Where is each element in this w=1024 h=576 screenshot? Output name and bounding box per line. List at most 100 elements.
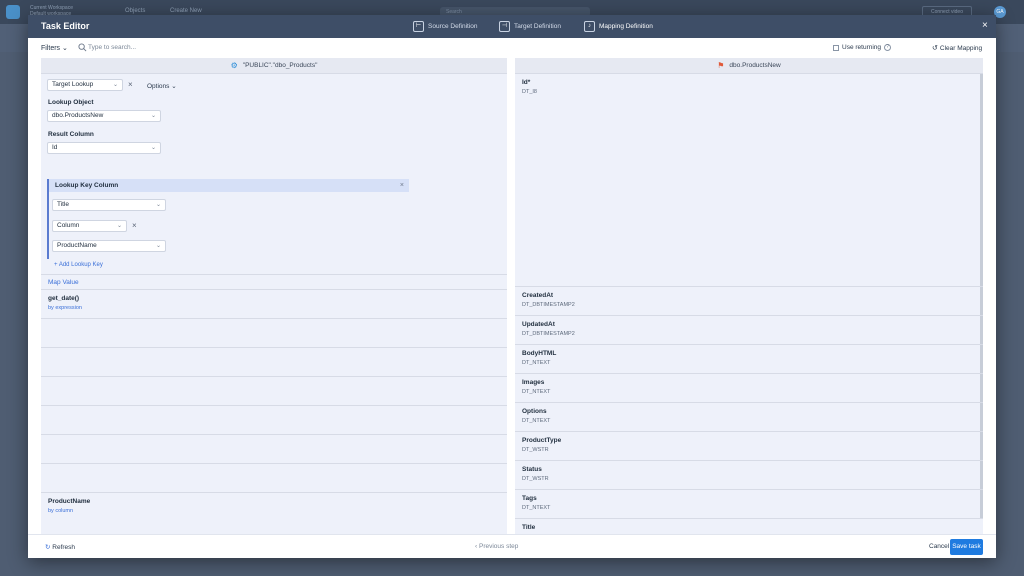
- target-column-name: Options: [522, 408, 547, 415]
- result-column-value: Id: [52, 144, 58, 151]
- target-column-name: Id*: [522, 79, 531, 86]
- key-column-select[interactable]: Title ⌄: [52, 199, 166, 211]
- target-row[interactable]: Title DT_WSTR: [515, 519, 983, 534]
- remove-key-icon[interactable]: ×: [132, 221, 137, 231]
- options-label: Options: [147, 83, 170, 90]
- key-source-value: ProductName: [57, 242, 97, 249]
- source-row-name: get_date(): [48, 295, 80, 302]
- target-column-name: UpdatedAt: [522, 321, 555, 328]
- refresh-label: Refresh: [52, 544, 76, 551]
- target-column-name: Tags: [522, 495, 537, 502]
- key-source-value-select[interactable]: ProductName ⌄: [52, 240, 166, 252]
- source-icon: ⊢: [413, 21, 424, 32]
- target-row[interactable]: CreatedAt DT_DBTIMESTAMP2: [515, 287, 983, 316]
- lookup-object-label: Lookup Object: [48, 99, 94, 106]
- previous-step-button[interactable]: ‹ Previous step: [475, 543, 518, 550]
- lookup-type-value: Target Lookup: [52, 81, 94, 88]
- nav-create-new[interactable]: Create New: [170, 8, 202, 14]
- source-row[interactable]: get_date() by expression: [41, 290, 507, 319]
- undo-icon: ↺: [932, 45, 938, 52]
- search-icon: [78, 43, 87, 52]
- step-label: Mapping Definition: [599, 23, 653, 30]
- key-source-type-value: Column: [57, 222, 80, 229]
- clear-mapping-label: Clear Mapping: [939, 44, 983, 52]
- chevron-down-icon: ⌄: [171, 83, 177, 90]
- target-column-name: BodyHTML: [522, 350, 557, 357]
- target-column-type: DT_NTEXT: [522, 418, 551, 424]
- target-column-type: DT_DBTIMESTAMP2: [522, 331, 575, 337]
- clear-mapping-button[interactable]: ↺ Clear Mapping: [932, 44, 983, 53]
- app-logo: [6, 5, 20, 19]
- tab-mapping-definition[interactable]: ♪ Mapping Definition: [584, 20, 653, 33]
- target-row[interactable]: BodyHTML DT_NTEXT: [515, 345, 983, 374]
- source-row-kind: by column: [48, 508, 74, 514]
- help-icon[interactable]: ?: [884, 44, 892, 51]
- filters-label: Filters: [41, 45, 61, 52]
- step-label: Target Definition: [514, 23, 561, 30]
- tab-target-definition[interactable]: ⊣ Target Definition: [499, 20, 561, 33]
- chevron-down-icon: ⌄: [155, 243, 161, 249]
- filters-dropdown[interactable]: Filters ⌄: [41, 44, 68, 52]
- result-column-select[interactable]: Id ⌄: [47, 142, 161, 154]
- source-row[interactable]: [41, 377, 507, 406]
- key-source-type-select[interactable]: Column ⌄: [52, 220, 127, 232]
- lookup-object-select[interactable]: dbo.ProductsNew ⌄: [47, 110, 161, 122]
- close-icon[interactable]: ×: [982, 20, 988, 32]
- close-icon[interactable]: ×: [400, 179, 404, 192]
- source-row[interactable]: [41, 348, 507, 377]
- cancel-button[interactable]: Cancel: [929, 543, 949, 550]
- task-editor-modal: Task Editor ⊢ Source Definition ⊣ Target…: [28, 15, 996, 558]
- chevron-down-icon: ⌄: [155, 202, 161, 208]
- tab-source-definition[interactable]: ⊢ Source Definition: [413, 20, 478, 33]
- target-row[interactable]: Tags DT_NTEXT: [515, 490, 983, 519]
- result-column-label: Result Column: [48, 131, 94, 138]
- target-object-name: dbo.ProductsNew: [729, 62, 781, 69]
- nav-objects[interactable]: Objects: [125, 8, 145, 14]
- chevron-down-icon: ⌄: [150, 145, 156, 151]
- save-task-button[interactable]: Save task: [950, 539, 983, 555]
- source-row[interactable]: [41, 464, 507, 493]
- database-icon: ⚑: [717, 61, 725, 70]
- chevron-down-icon: ⌄: [62, 45, 68, 52]
- key-column-value: Title: [57, 201, 70, 208]
- target-row[interactable]: UpdatedAt DT_DBTIMESTAMP2: [515, 316, 983, 345]
- target-column-type: DT_WSTR: [522, 447, 549, 453]
- refresh-button[interactable]: ↻ Refresh: [45, 543, 75, 551]
- target-column-name: Images: [522, 379, 545, 386]
- lookup-editor: Target Lookup ⌄ × Options ⌄ Lookup Objec…: [41, 74, 507, 286]
- target-row[interactable]: ProductType DT_WSTR: [515, 432, 983, 461]
- options-dropdown[interactable]: Options ⌄: [147, 82, 177, 90]
- chevron-down-icon: ⌄: [150, 113, 156, 119]
- remove-lookup-icon[interactable]: ×: [128, 80, 133, 90]
- source-row[interactable]: [41, 435, 507, 464]
- source-row-name: ProductName: [48, 498, 91, 505]
- source-row[interactable]: [41, 319, 507, 348]
- use-returning-toggle[interactable]: Use returning ?: [833, 44, 892, 51]
- mapping-toolbar: Filters ⌄ Use returning ? ↺ Clear Mappin…: [28, 38, 996, 58]
- modal-footer: ↻ Refresh ‹ Previous step Cancel Save ta…: [28, 534, 996, 558]
- use-returning-checkbox[interactable]: [833, 44, 839, 51]
- target-row[interactable]: Images DT_NTEXT: [515, 374, 983, 403]
- target-column-type: DT_NTEXT: [522, 505, 551, 511]
- map-value-link[interactable]: Map Value: [48, 279, 79, 286]
- target-column-type: DT_WSTR: [522, 476, 549, 482]
- gear-icon: ⚙: [230, 61, 238, 70]
- target-column-type: DT_NTEXT: [522, 389, 551, 395]
- source-row[interactable]: [41, 406, 507, 435]
- use-returning-label: Use returning: [842, 44, 882, 51]
- target-row[interactable]: Status DT_WSTR: [515, 461, 983, 490]
- modal-header: Task Editor ⊢ Source Definition ⊣ Target…: [28, 15, 996, 38]
- source-row[interactable]: ProductName by column: [41, 493, 507, 522]
- target-panel-header: ⚑ dbo.ProductsNew: [515, 58, 983, 74]
- search-input[interactable]: [88, 42, 228, 53]
- target-row[interactable]: Id* DT_I8: [515, 74, 983, 287]
- add-lookup-key-button[interactable]: + Add Lookup Key: [54, 262, 103, 268]
- target-column-name: Status: [522, 466, 542, 473]
- target-panel: ⚑ dbo.ProductsNew Id* DT_I8 CreatedAt DT…: [515, 58, 983, 534]
- target-column-type: DT_DBTIMESTAMP2: [522, 302, 575, 308]
- mapping-icon: ♪: [584, 21, 595, 32]
- target-column-type: DT_I8: [522, 89, 537, 95]
- lookup-type-select[interactable]: Target Lookup ⌄: [47, 79, 123, 91]
- step-label: Source Definition: [428, 23, 478, 30]
- target-row[interactable]: Options DT_NTEXT: [515, 403, 983, 432]
